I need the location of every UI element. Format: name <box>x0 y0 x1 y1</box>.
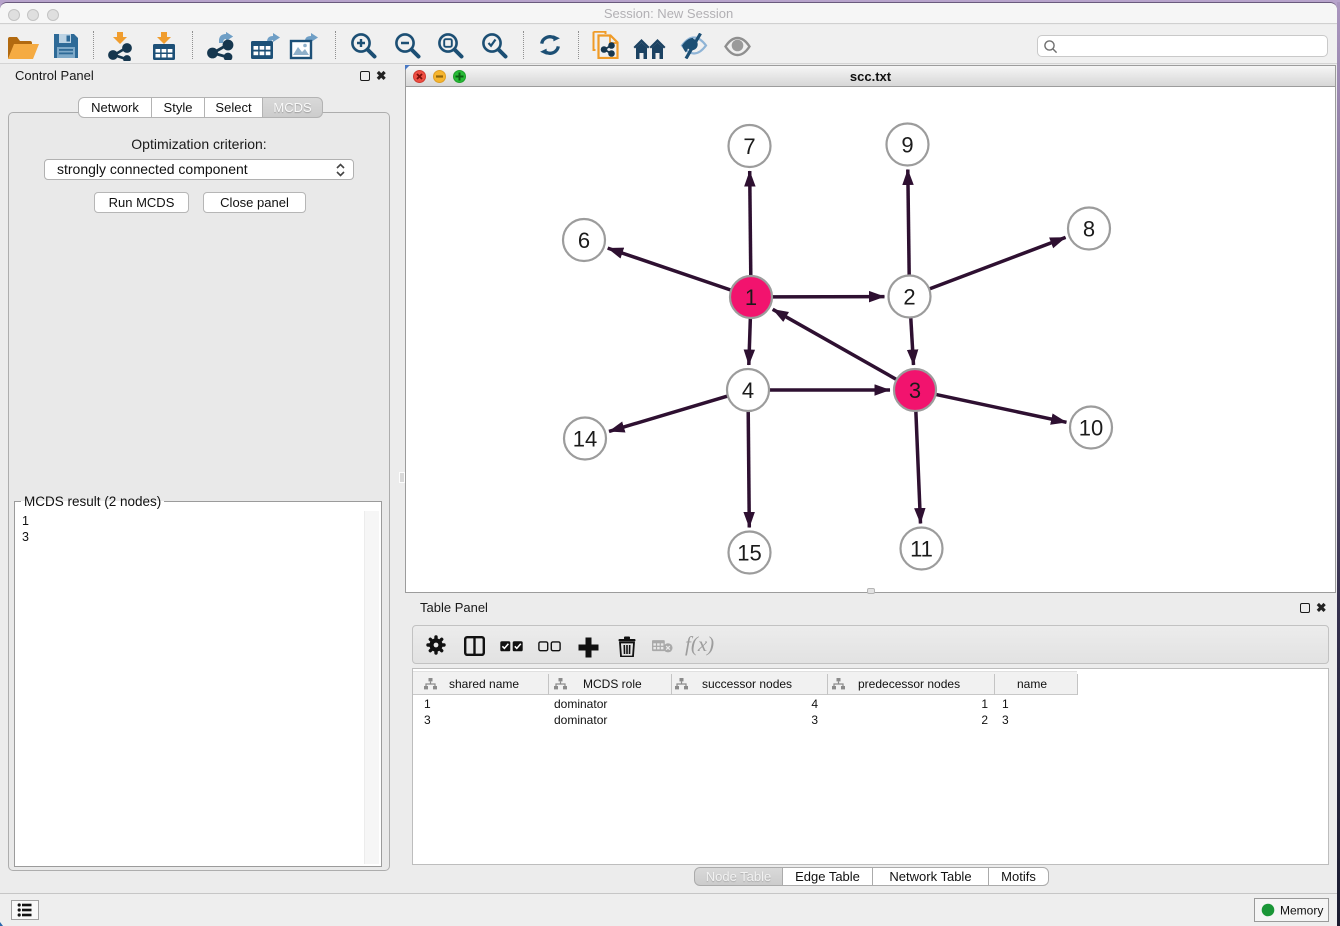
svg-text:9: 9 <box>901 133 913 158</box>
svg-text:3: 3 <box>909 378 921 403</box>
svg-text:8: 8 <box>1083 217 1095 242</box>
svg-text:11: 11 <box>910 537 933 562</box>
svg-text:7: 7 <box>743 134 755 159</box>
svg-text:10: 10 <box>1079 416 1103 441</box>
svg-text:4: 4 <box>742 378 754 403</box>
svg-text:2: 2 <box>903 285 915 310</box>
svg-text:6: 6 <box>578 228 590 253</box>
svg-text:Memory: Memory <box>1280 904 1323 918</box>
svg-text:14: 14 <box>573 427 597 452</box>
svg-text:15: 15 <box>737 541 761 566</box>
svg-text:1: 1 <box>745 285 757 310</box>
